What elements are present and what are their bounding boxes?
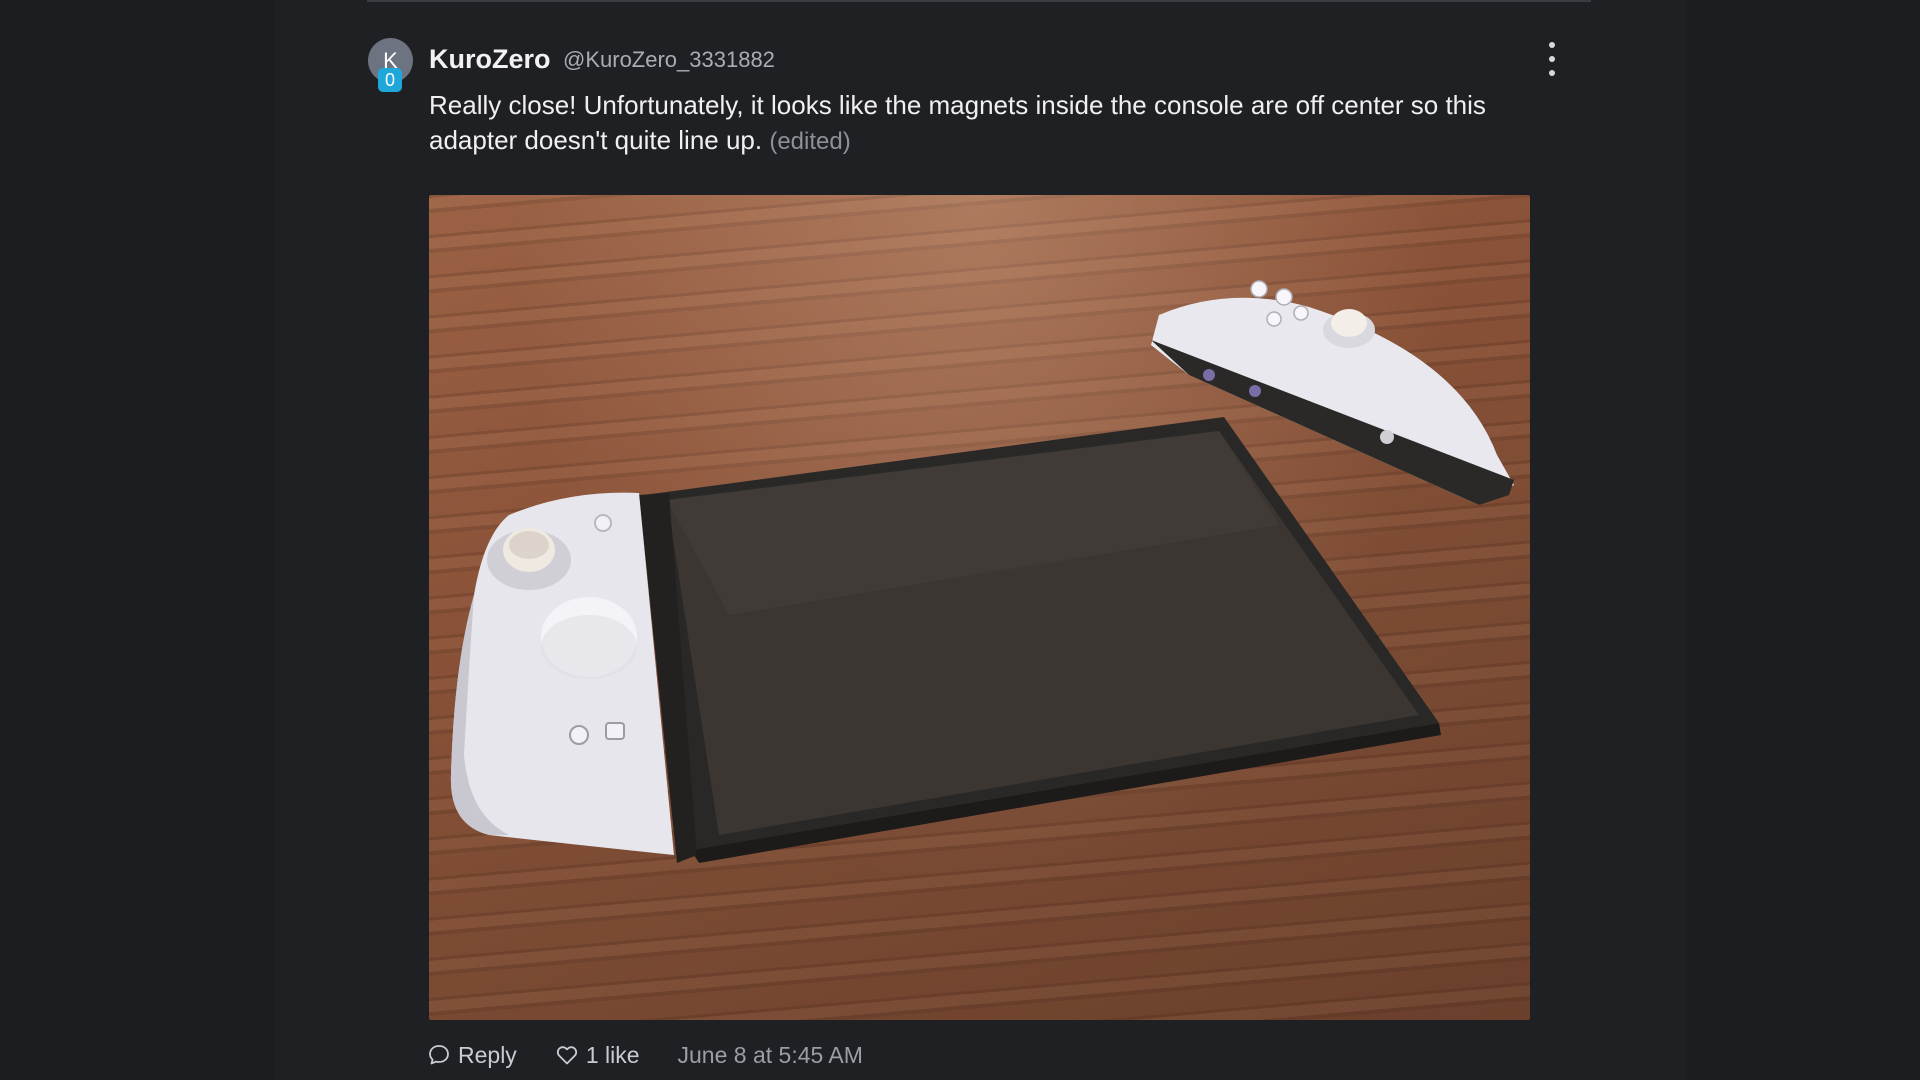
reply-button[interactable]: Reply <box>427 1042 517 1069</box>
speech-bubble-icon <box>427 1043 451 1067</box>
left-gutter <box>0 0 275 1080</box>
avatar-badge: 0 <box>378 68 402 92</box>
edited-label: (edited) <box>769 128 851 155</box>
more-vertical-icon-dot <box>1549 70 1555 76</box>
heart-icon <box>555 1043 579 1067</box>
post-timestamp[interactable]: June 8 at 5:45 AM <box>678 1042 863 1069</box>
minus-button <box>594 514 612 532</box>
right-gutter <box>1686 0 1920 1080</box>
dpad-shadow <box>541 615 637 679</box>
more-vertical-icon-dot <box>1549 56 1555 62</box>
console-photo-illustration <box>450 280 1514 863</box>
rail-light <box>1249 385 1261 397</box>
post-image[interactable] <box>429 195 1530 1020</box>
post-text: Really close! Unfortunately, it looks li… <box>429 90 1486 155</box>
joycon-button <box>1250 280 1268 298</box>
like-count: 1 like <box>585 1041 640 1068</box>
joycon-stick <box>1331 309 1367 337</box>
post-message: Really close! Unfortunately, it looks li… <box>429 88 1529 159</box>
more-vertical-icon-dot <box>1549 42 1555 48</box>
joycon-button <box>1275 288 1293 306</box>
rail-button <box>1380 430 1394 444</box>
post-divider <box>367 0 1591 2</box>
capture-button <box>569 725 589 745</box>
more-options-button[interactable] <box>1540 38 1564 80</box>
like-button[interactable]: 1 like <box>555 1042 640 1069</box>
joycon-button <box>1293 305 1309 321</box>
username[interactable]: KuroZero <box>429 44 551 75</box>
thumbstick-top <box>509 531 549 559</box>
reply-label: Reply <box>458 1041 517 1068</box>
post-actions: Reply 1 like June 8 at 5:45 AM <box>427 1038 863 1072</box>
joycon-button <box>1266 311 1282 327</box>
user-handle: @KuroZero_3331882 <box>563 47 775 72</box>
home-button <box>605 722 625 740</box>
rail-light <box>1203 369 1215 381</box>
